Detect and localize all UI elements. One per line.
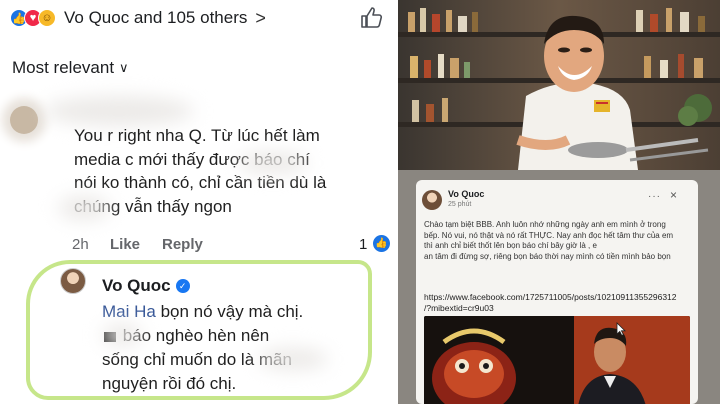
blurred-word — [238, 152, 308, 174]
reply-line: nguyện rồi đó chị. — [102, 374, 237, 393]
post-timestamp: 25 phút — [448, 201, 472, 208]
commenter-avatar[interactable] — [10, 106, 38, 134]
post-line: thì anh chỉ biết thốt lên bọn báo chí bâ… — [424, 241, 597, 251]
post-body-text: Chào tạm biệt BBB. Anh luôn nhớ những ng… — [424, 220, 696, 262]
post-link-line[interactable]: https://www.facebook.com/1725711005/post… — [424, 292, 696, 303]
post-line: Chào tạm biệt BBB. Anh luôn nhớ những ng… — [424, 220, 666, 229]
thumbs-up-icon[interactable] — [360, 6, 384, 30]
reactions-summary-row[interactable]: 👍 ♥ ☺ Vo Quoc and 105 others > — [10, 6, 390, 30]
post-link[interactable]: https://www.facebook.com/1725711005/post… — [424, 292, 696, 313]
comment-line: chúng vẫn thấy ngon — [74, 196, 232, 216]
blurred-name — [44, 96, 194, 126]
blurred-word — [58, 196, 110, 220]
reply-button[interactable]: Reply — [162, 236, 203, 253]
post-attached-image[interactable] — [424, 316, 690, 404]
post-author-name[interactable]: Vo Quoc — [448, 189, 484, 199]
comment-thread-screenshot: 👍 ♥ ☺ Vo Quoc and 105 others > Most rele… — [0, 0, 396, 404]
verified-badge-icon: ✓ — [175, 279, 190, 293]
mention-link[interactable]: Mai Ha — [102, 302, 156, 321]
comment-timestamp: 2h — [72, 236, 89, 253]
comment-actions: 2h Like Reply 1 👍 — [72, 235, 392, 256]
comment-sort-dropdown[interactable]: Most relevant ∨ — [12, 58, 129, 78]
sort-label: Most relevant — [12, 58, 115, 77]
reply-text: bọn nó vậy mà chị. — [155, 302, 304, 321]
post-author-avatar[interactable] — [422, 190, 442, 210]
reply-line: Mai Ha bọn nó vậy mà chị. — [102, 300, 362, 324]
like-button[interactable]: Like — [110, 236, 140, 253]
comment-line: You r right nha Q. Từ lúc hết làm — [74, 126, 320, 145]
facebook-post-card: Vo Quoc 25 phút ··· × Chào tạm biệt BBB.… — [416, 180, 698, 404]
comment-line: nói ko thành có, chỉ cần tiền dù là — [74, 173, 327, 192]
close-icon[interactable]: × — [670, 188, 677, 202]
reply-author-avatar[interactable] — [60, 268, 86, 294]
comment-body: You r right nha Q. Từ lúc hết làm media … — [74, 124, 374, 218]
more-options-icon[interactable]: ··· — [648, 191, 661, 202]
blurred-word — [258, 348, 328, 370]
like-count: 1 — [359, 236, 368, 253]
comment-line: media c mới thấy được báo chí — [74, 149, 310, 169]
post-link-line[interactable]: /?mibextid=cr9u03 — [424, 303, 696, 314]
mouse-cursor-icon — [616, 322, 626, 336]
reply-author-name[interactable]: Vo Quoc ✓ — [102, 276, 190, 296]
reactions-summary-text[interactable]: Vo Quoc and 105 others — [64, 8, 247, 28]
author-name-text[interactable]: Vo Quoc — [102, 276, 171, 296]
blurred-word — [102, 324, 142, 346]
reply-body: Mai Ha bọn nó vậy mà chị. báo nghèo hèn … — [102, 300, 362, 396]
chevron-down-icon: ∨ — [119, 60, 129, 75]
like-reaction-icon: 👍 — [373, 235, 390, 252]
chef-portrait-photo — [398, 0, 720, 170]
chevron-right-icon[interactable]: > — [255, 8, 266, 29]
haha-reaction-icon: ☺ — [38, 9, 56, 27]
post-line: an tâm đi đừng sợ, riêng bọn báo thời na… — [424, 251, 671, 261]
post-line: bếp. Nó vui, nó thật và nó rất THỰC. Nay… — [424, 230, 674, 240]
